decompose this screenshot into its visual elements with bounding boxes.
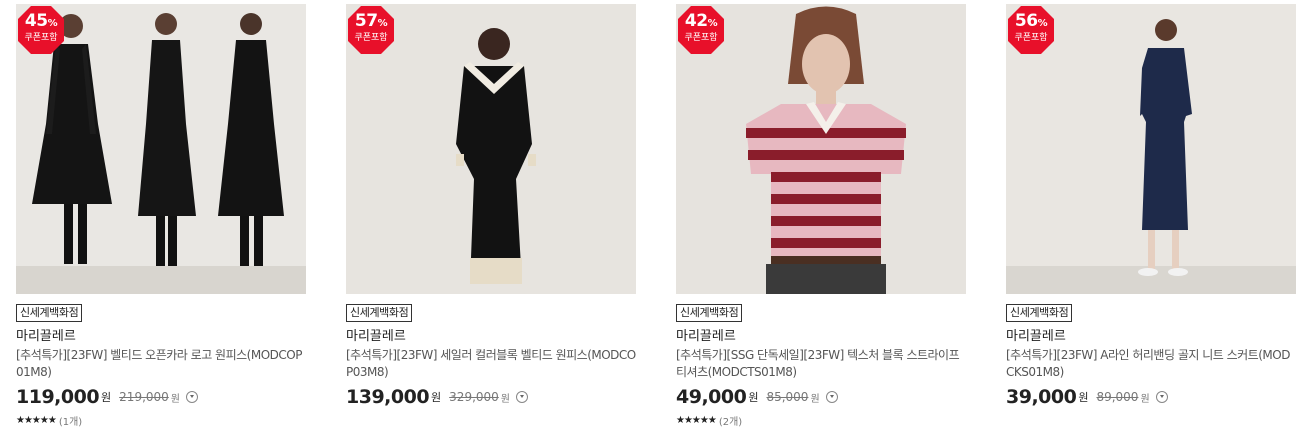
store-tag: 신세계백화점 — [676, 304, 743, 322]
discount-badge: 56% 쿠폰포함 — [1008, 6, 1054, 54]
rating: ★★★★★ (2개) — [676, 413, 742, 428]
original-price: 219,000 — [119, 390, 169, 404]
discount-badge: 45% 쿠폰포함 — [18, 6, 64, 54]
store-tag: 신세계백화점 — [16, 304, 83, 322]
discount-badge: 57% 쿠폰포함 — [348, 6, 394, 54]
product-image[interactable]: 57% 쿠폰포함 — [346, 4, 636, 294]
product-title[interactable]: [추석특가][23FW] A라인 허리밴딩 골지 니트 스커트(MODCKS01… — [1006, 347, 1296, 381]
sale-price: 119,000 — [16, 386, 100, 408]
star-icon: ★★★★★ — [676, 415, 717, 426]
product-grid: 45% 쿠폰포함 신세계백화점 마리끌레르 [추석특가][23FW] 벨티드 오… — [16, 4, 1306, 436]
chevron-down-circle-icon[interactable] — [825, 391, 838, 403]
product-card[interactable]: 56% 쿠폰포함 신세계백화점 마리끌레르 [추석특가][23FW] A라인 허… — [1006, 4, 1296, 436]
star-icon: ★★★★★ — [16, 415, 57, 426]
price-row: 139,000 원 329,000 원 — [346, 385, 528, 409]
chevron-down-circle-icon[interactable] — [186, 391, 198, 403]
brand-name[interactable]: 마리끌레르 — [676, 329, 736, 345]
sale-price: 139,000 — [346, 386, 430, 408]
discount-percent: 42 — [684, 11, 708, 31]
discount-percent: 57 — [354, 11, 378, 31]
review-count: (2개) — [718, 417, 743, 428]
coupon-label: 쿠폰포함 — [1014, 33, 1048, 43]
price-row: 119,000 원 219,000 원 — [16, 385, 198, 409]
product-title[interactable]: [추석특가][23FW] 세일러 컬러블록 벨티드 원피스(MODCOP03M8… — [346, 347, 636, 381]
discount-percent: 56 — [1014, 11, 1038, 31]
review-count: (1개) — [58, 417, 83, 428]
price-row: 49,000 원 85,000 원 — [676, 385, 838, 409]
product-card[interactable]: 45% 쿠폰포함 신세계백화점 마리끌레르 [추석특가][23FW] 벨티드 오… — [16, 4, 306, 436]
discount-badge: 42% 쿠폰포함 — [678, 6, 724, 54]
sale-price: 49,000 — [676, 386, 747, 408]
brand-name[interactable]: 마리끌레르 — [346, 329, 406, 345]
product-title[interactable]: [추석특가][23FW] 벨티드 오픈카라 로고 원피스(MODCOP01M8) — [16, 347, 306, 381]
store-tag: 신세계백화점 — [346, 304, 413, 322]
original-price: 329,000 — [449, 390, 499, 404]
coupon-label: 쿠폰포함 — [354, 33, 388, 43]
store-tag: 신세계백화점 — [1006, 304, 1073, 322]
chevron-down-circle-icon[interactable] — [516, 391, 528, 403]
original-price: 89,000 — [1096, 390, 1139, 404]
product-image[interactable]: 42% 쿠폰포함 — [676, 4, 966, 294]
product-card[interactable]: 42% 쿠폰포함 신세계백화점 마리끌레르 [추석특가][SSG 단독세일][2… — [676, 4, 966, 436]
product-title[interactable]: [추석특가][SSG 단독세일][23FW] 텍스처 블록 스트라이프 티셔츠(… — [676, 347, 966, 381]
product-image[interactable]: 45% 쿠폰포함 — [16, 4, 306, 294]
discount-percent: 45 — [24, 11, 48, 31]
sale-price: 39,000 — [1006, 386, 1077, 408]
chevron-down-circle-icon[interactable] — [1155, 391, 1168, 403]
product-card[interactable]: 57% 쿠폰포함 신세계백화점 마리끌레르 [추석특가][23FW] 세일러 컬… — [346, 4, 636, 436]
brand-name[interactable]: 마리끌레르 — [16, 329, 76, 345]
price-row: 39,000 원 89,000 원 — [1006, 385, 1168, 409]
product-image[interactable]: 56% 쿠폰포함 — [1006, 4, 1296, 294]
coupon-label: 쿠폰포함 — [24, 33, 58, 43]
coupon-label: 쿠폰포함 — [684, 33, 718, 43]
original-price: 85,000 — [766, 390, 809, 404]
brand-name[interactable]: 마리끌레르 — [1006, 329, 1066, 345]
rating: ★★★★★ (1개) — [16, 413, 82, 428]
